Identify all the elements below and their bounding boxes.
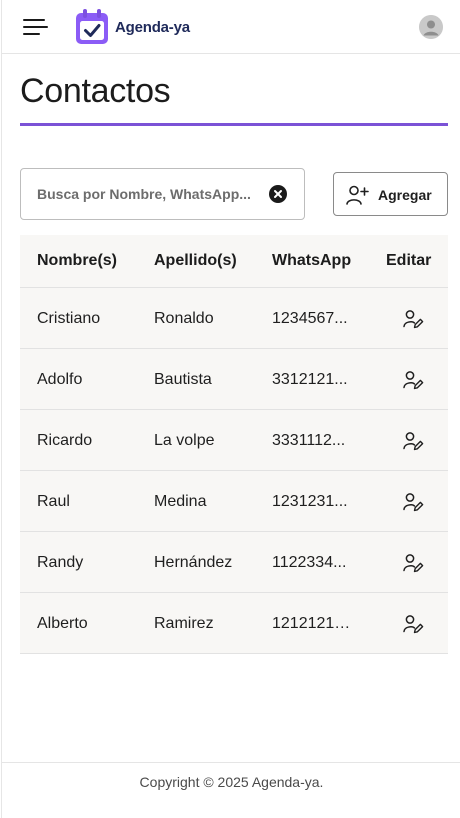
table-row: Cristiano Ronaldo 1234567... [20,288,448,349]
cell-nombre: Raul [37,493,70,510]
cell-apellido: Hernández [154,554,233,571]
user-edit-icon[interactable] [402,308,424,330]
contacts-table: Nombre(s) Apellido(s) WhatsApp Editar Cr… [20,235,448,654]
cell-nombre: Alberto [37,615,88,632]
header-nombre: Nombre(s) [37,252,118,269]
header-apellido: Apellido(s) [154,252,237,269]
user-edit-icon[interactable] [402,369,424,391]
brand-name: Agenda-ya [115,18,190,36]
table-row: Alberto Ramirez 12121212... [20,593,448,654]
clear-circle-icon[interactable] [269,185,287,203]
table-row: Adolfo Bautista 3312121... [20,349,448,410]
cell-apellido: La volpe [154,432,215,449]
cell-whatsapp: 1231231... [272,493,348,510]
search-input[interactable] [37,169,267,219]
cell-apellido: Medina [154,493,207,510]
cell-whatsapp: 12121212... [272,615,352,632]
search-box [20,168,305,220]
add-contact-label: Agregar [378,187,432,203]
cell-apellido: Ramirez [154,615,214,632]
cell-whatsapp: 3331112... [272,432,346,449]
app-frame: Agenda-ya Contactos Agregar Nombr [1,0,460,818]
user-edit-icon[interactable] [402,430,424,452]
calendar-check-icon [76,9,108,44]
copyright-text: Copyright © 2025 Agenda-ya. [139,774,324,790]
brand[interactable]: Agenda-ya [74,8,190,46]
cell-nombre: Cristiano [37,310,101,327]
cell-whatsapp: 1234567... [272,310,348,327]
cell-apellido: Ronaldo [154,310,214,327]
header-whatsapp: WhatsApp [272,252,352,269]
table-row: Ricardo La volpe 3331112... [20,410,448,471]
footer: Copyright © 2025 Agenda-ya. [2,762,460,818]
cell-whatsapp: 1122334... [272,554,347,571]
cell-nombre: Adolfo [37,371,83,388]
table-row: Raul Medina 1231231... [20,471,448,532]
add-contact-button[interactable]: Agregar [333,172,448,216]
cell-nombre: Randy [37,554,84,571]
cell-nombre: Ricardo [37,432,93,449]
user-edit-icon[interactable] [402,613,424,635]
table-row: Randy Hernández 1122334... [20,532,448,593]
header-editar: Editar [386,252,432,269]
user-avatar-icon[interactable] [419,15,443,39]
page-title: Contactos [20,72,171,110]
user-plus-icon [346,185,369,205]
cell-whatsapp: 3312121... [272,371,348,388]
user-edit-icon[interactable] [402,552,424,574]
title-underline [20,123,448,126]
top-bar: Agenda-ya [2,0,460,54]
hamburger-menu-icon[interactable] [23,18,49,36]
table-header: Nombre(s) Apellido(s) WhatsApp Editar [20,235,448,288]
cell-apellido: Bautista [154,371,212,388]
user-edit-icon[interactable] [402,491,424,513]
